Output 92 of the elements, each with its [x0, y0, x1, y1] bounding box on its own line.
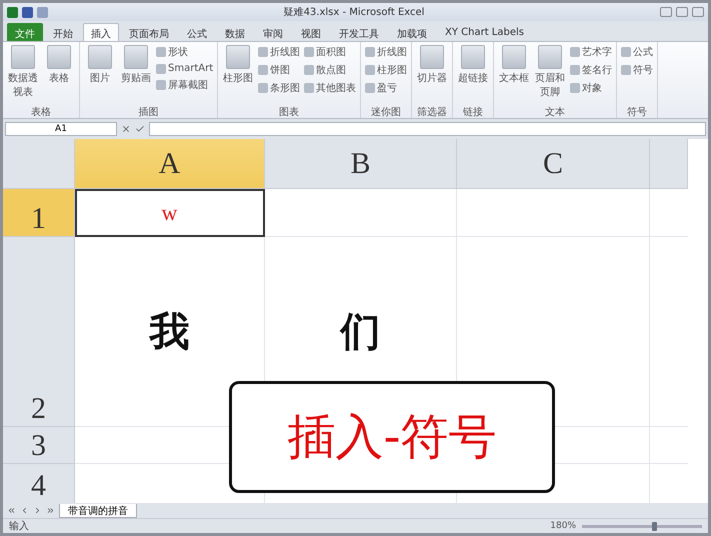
row-header[interactable]: 4	[3, 464, 75, 503]
ribbon-button[interactable]: 条形图	[257, 80, 302, 96]
ribbon-icon	[365, 65, 376, 75]
ribbon-icon	[304, 83, 314, 93]
ribbon-tab[interactable]: 视图	[293, 23, 329, 41]
ribbon-icon	[461, 45, 486, 69]
row-header[interactable]: 1	[3, 189, 75, 237]
ribbon-icon	[304, 65, 314, 75]
zoom-thumb[interactable]	[652, 522, 657, 530]
ribbon-button[interactable]: 数据透视表	[6, 44, 40, 105]
callout-tooltip: 插入-符号	[229, 381, 555, 493]
ribbon-icon	[621, 65, 632, 75]
group-label: 链接	[462, 106, 484, 118]
first-sheet-icon[interactable]	[7, 506, 16, 515]
ribbon-icon	[365, 47, 376, 57]
ribbon-icon	[258, 83, 268, 93]
group-label: 文本	[544, 106, 566, 118]
ribbon-button[interactable]: 面积图	[303, 44, 358, 60]
column-header[interactable]: C	[457, 139, 650, 189]
status-mode: 输入	[9, 520, 29, 533]
table-cell[interactable]	[265, 189, 457, 237]
ribbon-tab[interactable]: 页面布局	[121, 23, 177, 41]
ribbon-button[interactable]: 剪贴画	[119, 44, 153, 105]
ribbon-icon	[570, 47, 580, 57]
group-label: 表格	[30, 106, 52, 118]
group-label: 迷你图	[370, 106, 402, 118]
ribbon-tab[interactable]: 开发工具	[331, 23, 387, 41]
ribbon-icon	[47, 45, 71, 69]
ribbon-button[interactable]: 文本框	[497, 44, 532, 105]
ribbon-icon	[226, 45, 250, 69]
ribbon-tab[interactable]: 审阅	[255, 23, 291, 41]
ribbon-tab[interactable]: 加载项	[389, 23, 435, 41]
ribbon-button[interactable]: 图片	[83, 44, 117, 105]
column-header[interactable]: A	[75, 139, 265, 189]
ribbon-icon	[538, 45, 562, 69]
ribbon-icon	[258, 65, 268, 75]
ribbon-button[interactable]: 形状	[155, 44, 214, 60]
ribbon-tab[interactable]: 文件	[7, 23, 43, 41]
ribbon-icon	[88, 45, 112, 69]
group-label: 筛选器	[416, 106, 448, 118]
cancel-icon[interactable]	[121, 124, 131, 134]
ribbon-icon	[365, 83, 376, 93]
ribbon-icon	[621, 47, 632, 57]
ribbon-button[interactable]: 屏幕截图	[155, 77, 214, 93]
ribbon-button[interactable]: 柱形图	[221, 44, 256, 105]
ribbon-tab[interactable]: 公式	[179, 23, 215, 41]
row-header[interactable]: 3	[3, 427, 75, 464]
zoom-level[interactable]: 180%	[550, 521, 576, 531]
ribbon-icon	[304, 47, 314, 57]
ribbon-icon	[570, 65, 580, 75]
ribbon-icon	[258, 47, 268, 57]
table-cell[interactable]: w	[75, 189, 265, 237]
next-sheet-icon[interactable]	[33, 506, 42, 515]
group-label: 图表	[278, 106, 300, 118]
ribbon-tab[interactable]: XY Chart Labels	[437, 23, 532, 41]
ribbon-tab[interactable]: 插入	[83, 23, 119, 41]
ribbon-icon	[570, 83, 580, 93]
ribbon-button[interactable]: 切片器	[415, 44, 450, 105]
ribbon-icon	[124, 45, 148, 69]
ribbon-button[interactable]: SmartArt	[155, 62, 214, 75]
ribbon-button[interactable]: 柱形图	[364, 62, 408, 78]
previous-sheet-icon[interactable]	[20, 506, 29, 515]
ribbon-icon	[502, 45, 526, 69]
window-title: 疑难43.xlsx - Microsoft Excel	[282, 6, 426, 19]
ribbon-button[interactable]: 折线图	[257, 44, 302, 60]
check-icon[interactable]	[135, 124, 145, 134]
ribbon-button[interactable]: 签名行	[569, 62, 614, 78]
ribbon-button[interactable]: 盈亏	[364, 80, 408, 96]
sheet-tab[interactable]: 带音调的拼音	[59, 504, 137, 518]
ribbon-button[interactable]: 符号	[620, 62, 654, 78]
table-cell[interactable]	[457, 189, 650, 237]
group-label: 符号	[626, 106, 648, 118]
name-box[interactable]: A1	[5, 122, 117, 136]
ribbon-tab[interactable]: 开始	[45, 23, 81, 41]
ribbon-button[interactable]: 其他图表	[303, 80, 358, 96]
ribbon-button[interactable]: 超链接	[456, 44, 490, 105]
ribbon-button[interactable]: 艺术字	[569, 44, 614, 60]
ribbon-icon	[11, 45, 35, 69]
ribbon-tab[interactable]: 数据	[217, 23, 253, 41]
ribbon-button[interactable]: 表格	[42, 44, 76, 105]
ribbon-icon	[420, 45, 444, 69]
group-label: 插图	[138, 106, 160, 118]
row-header[interactable]: 2	[3, 237, 75, 427]
ribbon-button[interactable]: 折线图	[364, 44, 408, 60]
last-sheet-icon[interactable]	[46, 506, 55, 515]
ribbon-button[interactable]: 公式	[620, 44, 654, 60]
column-header[interactable]: B	[265, 139, 457, 189]
ribbon-button[interactable]: 散点图	[303, 62, 358, 78]
formula-field[interactable]	[149, 122, 706, 136]
ribbon-button[interactable]: 饼图	[257, 62, 302, 78]
ribbon-button[interactable]: 页眉和页脚	[533, 44, 568, 105]
ribbon-button[interactable]: 对象	[569, 80, 614, 96]
